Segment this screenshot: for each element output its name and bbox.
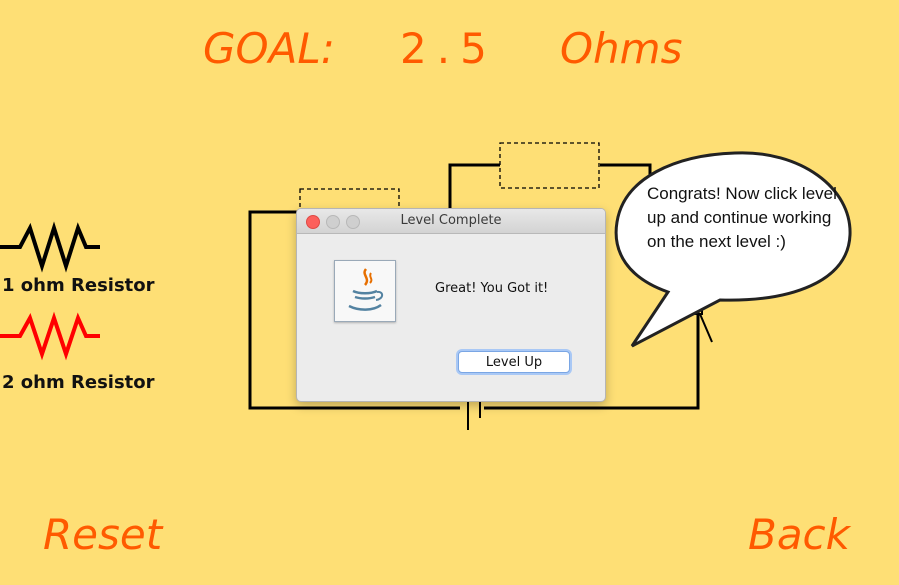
dialog-titlebar[interactable]: Level Complete	[297, 209, 605, 234]
back-button[interactable]: Back	[748, 510, 850, 559]
dialog-title: Level Complete	[400, 213, 502, 228]
level-complete-dialog: Level Complete Great! You Got it! Level …	[296, 208, 606, 402]
dialog-message: Great! You Got it!	[435, 281, 549, 296]
java-coffee-cup-icon	[334, 260, 396, 322]
level-up-button[interactable]: Level Up	[458, 351, 570, 373]
reset-button[interactable]: Reset	[43, 510, 162, 559]
speech-bubble-text: Congrats! Now click level up and continu…	[647, 184, 837, 251]
